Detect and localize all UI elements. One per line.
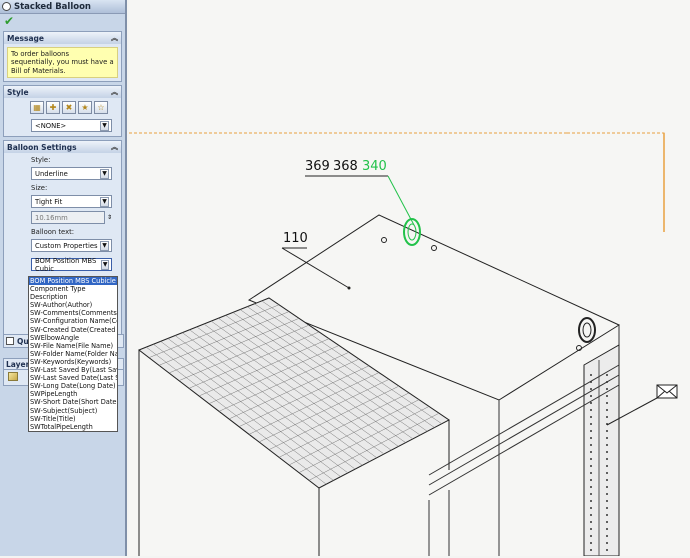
dropdown-option[interactable]: SW-Comments(Comments) (29, 309, 117, 317)
property-select[interactable]: BOM Position MBS Cubic ▼ (31, 256, 112, 273)
chevron-down-icon[interactable]: ▼ (100, 120, 109, 131)
panel-title: Stacked Balloon (14, 1, 91, 12)
property-select-value: BOM Position MBS Cubic (35, 256, 97, 273)
bolt-hole (381, 237, 387, 243)
dropdown-option[interactable]: SW-Subject(Subject) (29, 407, 117, 415)
eye-bolt-right (578, 317, 596, 343)
message-text: To order balloons sequentially, you must… (7, 47, 118, 79)
dropdown-option[interactable]: SW-Last Saved By(Last Save (29, 366, 117, 374)
dropdown-option[interactable]: SW-Folder Name(Folder Na (29, 350, 117, 358)
dropdown-option[interactable]: SWTotalPipeLength (29, 423, 117, 431)
chevron-down-icon[interactable]: ▼ (100, 168, 109, 179)
style-label: Style: (31, 156, 51, 165)
apply-style-icon[interactable]: ▦ (30, 101, 44, 115)
dropdown-option[interactable]: SW-Author(Author) (29, 301, 117, 309)
balloon-leader-110 (281, 247, 350, 289)
drawing-canvas[interactable]: 369 368 340 110 (129, 0, 690, 557)
sheet-border (129, 132, 665, 232)
dropdown-option[interactable]: SW-Title(Title) (29, 415, 117, 423)
quantity-label: Qu (17, 336, 29, 346)
dropdown-option[interactable]: SWElbowAngle (29, 334, 117, 342)
dropdown-option[interactable]: SW-Keywords(Keywords) (29, 358, 117, 366)
size-input[interactable]: 10.16mm (31, 211, 105, 225)
frame-post (583, 344, 620, 557)
delete-style-icon[interactable]: ✖ (62, 101, 76, 115)
grating (137, 297, 450, 556)
balloon-style-select[interactable]: Underline ▼ (31, 167, 112, 181)
balloon-110[interactable]: 110 (283, 231, 308, 246)
eye-bolt-left (403, 218, 421, 246)
vertical-beam (428, 490, 450, 556)
balloon-340[interactable]: 340 (362, 159, 387, 174)
size-input-value: 10.16mm (35, 213, 68, 222)
balloon-leader-340 (387, 175, 415, 226)
dropdown-option[interactable]: SW-Long Date(Long Date) (29, 382, 117, 390)
balloon-icon (2, 2, 11, 11)
balloon-text-value: Custom Properties (35, 241, 98, 250)
add-style-icon[interactable]: ✚ (46, 101, 60, 115)
leader-dot (347, 286, 351, 290)
layer-label: Layer (6, 359, 30, 369)
balloon-settings-label: Balloon Settings (7, 142, 77, 152)
dropdown-option[interactable]: SW-Short Date(Short Date) (29, 398, 117, 406)
ok-row: ✔ (0, 14, 125, 28)
dropdown-option[interactable]: SWPipeLength (29, 390, 117, 398)
chevron-down-icon[interactable]: ▼ (101, 259, 109, 270)
balloon-text-label: Balloon text: (31, 228, 75, 237)
bolt-hole (431, 245, 437, 251)
quantity-checkbox[interactable] (6, 337, 14, 345)
dropdown-option[interactable]: SW-Configuration Name(Co (29, 317, 117, 325)
dropdown-option[interactable]: Description (29, 293, 117, 301)
chevron-down-icon[interactable]: ▼ (100, 196, 109, 207)
balloon-368[interactable]: 368 (333, 159, 358, 174)
collapse-icon[interactable]: ︽ (111, 142, 118, 152)
ok-check-icon[interactable]: ✔ (4, 15, 14, 27)
message-group-header[interactable]: Message ︽ (4, 32, 121, 44)
dropdown-option[interactable]: BOM Position MBS Cubicle Vi (29, 277, 117, 286)
balloon-text-select[interactable]: Custom Properties ▼ (31, 239, 112, 253)
save-style-icon[interactable]: ★ (78, 101, 92, 115)
panel-titlebar: Stacked Balloon (0, 0, 125, 14)
style-group: Style ︽ ▦ ✚ ✖ ★ ☆ <NONE> ▼ (3, 85, 122, 138)
size-label: Size: (31, 184, 48, 193)
dropdown-option[interactable]: SW-Created Date(Created D (29, 326, 117, 334)
balloon-369[interactable]: 369 (305, 159, 330, 174)
chevron-down-icon[interactable]: ▼ (100, 240, 109, 251)
spin-icon[interactable]: ⇕ (107, 214, 112, 221)
balloon-settings-header[interactable]: Balloon Settings ︽ (4, 141, 121, 154)
collapse-icon[interactable]: ︽ (111, 33, 118, 43)
style-select[interactable]: <NONE> ▼ (31, 119, 112, 133)
balloon-style-value: Underline (35, 169, 68, 178)
style-select-value: <NONE> (35, 121, 67, 130)
balloon-size-value: Tight Fit (35, 197, 63, 206)
property-dropdown-list[interactable]: BOM Position MBS Cubicle Vi Component Typ… (28, 276, 118, 432)
layer-icon[interactable] (8, 372, 18, 381)
dropdown-option[interactable]: SW-Last Saved Date(Last S (29, 374, 117, 382)
load-style-icon[interactable]: ☆ (94, 101, 108, 115)
style-header-label: Style (7, 87, 29, 97)
drawing-svg (129, 132, 678, 557)
message-header-label: Message (7, 33, 44, 43)
collapse-icon[interactable]: ︽ (111, 87, 118, 97)
style-icon-row: ▦ ✚ ✖ ★ ☆ (4, 98, 121, 116)
dropdown-option[interactable]: SW-File Name(File Name) (29, 342, 117, 350)
dropdown-option[interactable]: Component Type (29, 285, 117, 293)
message-group: Message ︽ To order balloons sequentially… (3, 31, 122, 83)
style-group-header[interactable]: Style ︽ (4, 86, 121, 99)
balloon-size-select[interactable]: Tight Fit ▼ (31, 195, 112, 209)
